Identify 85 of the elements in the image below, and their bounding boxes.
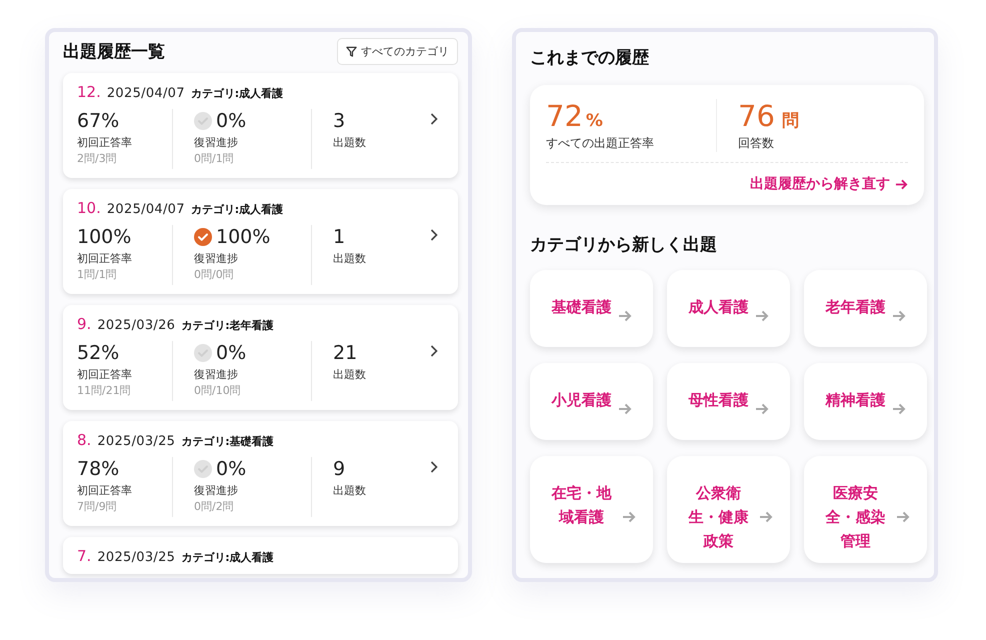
arrow-right-icon xyxy=(618,309,632,323)
record-category: カテゴリ:基礎看護 xyxy=(181,434,274,449)
category-tile[interactable]: 在宅・地域看護 xyxy=(530,456,653,563)
stat-count: 0問/1問 xyxy=(194,151,235,166)
review-rate: 0% xyxy=(216,457,246,481)
section-title: カテゴリから新しく出題 xyxy=(530,234,718,256)
stat-label: 初回正答率 xyxy=(77,367,133,382)
filter-icon xyxy=(346,46,357,57)
question-count: 1 xyxy=(333,225,346,249)
stat-label: 初回正答率 xyxy=(77,135,133,150)
panel-title: 出題履歴一覧 xyxy=(63,41,165,63)
stat-label: 復習進捗 xyxy=(194,251,239,266)
question-count: 9 xyxy=(333,457,346,481)
category-tile[interactable]: 精神看護 xyxy=(804,363,927,440)
review-rate: 0% xyxy=(216,341,246,365)
category-tile[interactable]: 成人看護 xyxy=(667,270,790,347)
first-rate: 100% xyxy=(77,225,132,249)
stat-label: 初回正答率 xyxy=(77,483,133,498)
stat-label: 復習進捗 xyxy=(194,483,239,498)
stat-count: 7問/9問 xyxy=(77,499,118,514)
arrow-right-icon xyxy=(618,402,632,416)
stat-label: 復習進捗 xyxy=(194,135,239,150)
stat-count: 0問/0問 xyxy=(194,267,235,282)
category-filter-button[interactable]: すべてのカテゴリ xyxy=(337,38,458,65)
chevron-right-icon xyxy=(430,345,438,357)
question-count: 3 xyxy=(333,109,346,133)
stat-count: 0問/10問 xyxy=(194,383,242,398)
stat-label: 回答数 xyxy=(738,135,775,152)
stat-label: 初回正答率 xyxy=(77,251,133,266)
stat-label: 出題数 xyxy=(333,367,366,382)
record-category: カテゴリ:成人看護 xyxy=(190,202,284,217)
answer-count: 76 問 xyxy=(738,99,800,133)
record-date: 2025/04/07 xyxy=(106,86,185,101)
category-tile[interactable]: 小児看護 xyxy=(530,363,653,440)
first-rate: 78% xyxy=(77,457,120,481)
arrow-right-icon xyxy=(895,178,908,190)
first-rate: 52% xyxy=(77,341,120,365)
chevron-right-icon xyxy=(430,461,438,473)
record-category: カテゴリ:成人看護 xyxy=(181,550,274,565)
chevron-right-icon xyxy=(430,229,438,241)
stat-count: 2問/3問 xyxy=(77,151,118,166)
record-date: 2025/03/25 xyxy=(97,434,176,449)
panel-title: これまでの履歴 xyxy=(530,47,650,69)
record-date: 2025/03/26 xyxy=(97,318,176,333)
record-category: カテゴリ:成人看護 xyxy=(190,86,284,101)
arrow-right-icon xyxy=(754,402,768,416)
stat-label: 復習進捗 xyxy=(194,367,239,382)
category-tile[interactable]: 基礎看護 xyxy=(530,270,653,347)
record-date: 2025/03/25 xyxy=(97,550,176,565)
arrow-right-icon xyxy=(896,510,910,524)
stat-label: 出題数 xyxy=(333,251,366,266)
arrow-right-icon xyxy=(892,309,906,323)
overall-rate: 72% xyxy=(546,99,604,133)
record-category: カテゴリ:老年看護 xyxy=(181,318,274,333)
review-rate: 0% xyxy=(216,109,246,133)
arrow-right-icon xyxy=(758,510,772,524)
stat-count: 1問/1問 xyxy=(77,267,118,282)
retry-history-link[interactable]: 出題履歴から解き直す xyxy=(750,175,908,193)
arrow-right-icon xyxy=(754,309,768,323)
arrow-right-icon xyxy=(892,402,906,416)
category-tile[interactable]: 医療安全・感染管理 xyxy=(804,456,927,563)
first-rate: 67% xyxy=(77,109,120,133)
record-number: 10. xyxy=(77,199,101,217)
arrow-right-icon xyxy=(622,510,636,524)
category-tile[interactable]: 母性看護 xyxy=(667,363,790,440)
category-tile[interactable]: 公衆衛生・健康政策 xyxy=(667,456,790,563)
record-number: 7. xyxy=(77,547,92,565)
history-card[interactable]: 12. 2025/04/07 カテゴリ:成人看護 67% 初回正答率 2問/3問 0% 復習進捗 0問/1問 3 出題数 xyxy=(63,73,458,178)
category-tile[interactable]: 老年看護 xyxy=(804,270,927,347)
chevron-right-icon xyxy=(430,113,438,125)
stat-label: 出題数 xyxy=(333,483,366,498)
record-date: 2025/04/07 xyxy=(106,202,185,217)
record-number: 12. xyxy=(77,83,101,101)
history-card[interactable]: 8. 2025/03/25 カテゴリ:基礎看護 78% 初回正答率 7問/9問 0% 復習進捗 0問/2問 9 出題数 xyxy=(63,421,458,526)
stat-count: 11問/21問 xyxy=(77,383,132,398)
question-count: 21 xyxy=(333,341,358,365)
history-card[interactable]: 9. 2025/03/26 カテゴリ:老年看護 52% 初回正答率 11問/21問 0% 復習進捗 0問/10問 21 出題数 xyxy=(63,305,458,410)
record-number: 9. xyxy=(77,315,92,333)
history-card[interactable]: 7. 2025/03/25 カテゴリ:成人看護 xyxy=(63,537,458,574)
history-card[interactable]: 10. 2025/04/07 カテゴリ:成人看護 100% 初回正答率 1問/1問 100% 復習進捗 0問/0問 1 出題数 xyxy=(63,189,458,294)
stat-label: すべての出題正答率 xyxy=(546,135,655,152)
record-number: 8. xyxy=(77,431,92,449)
stat-label: 出題数 xyxy=(333,135,366,150)
review-rate: 100% xyxy=(216,225,270,249)
stat-count: 0問/2問 xyxy=(194,499,235,514)
